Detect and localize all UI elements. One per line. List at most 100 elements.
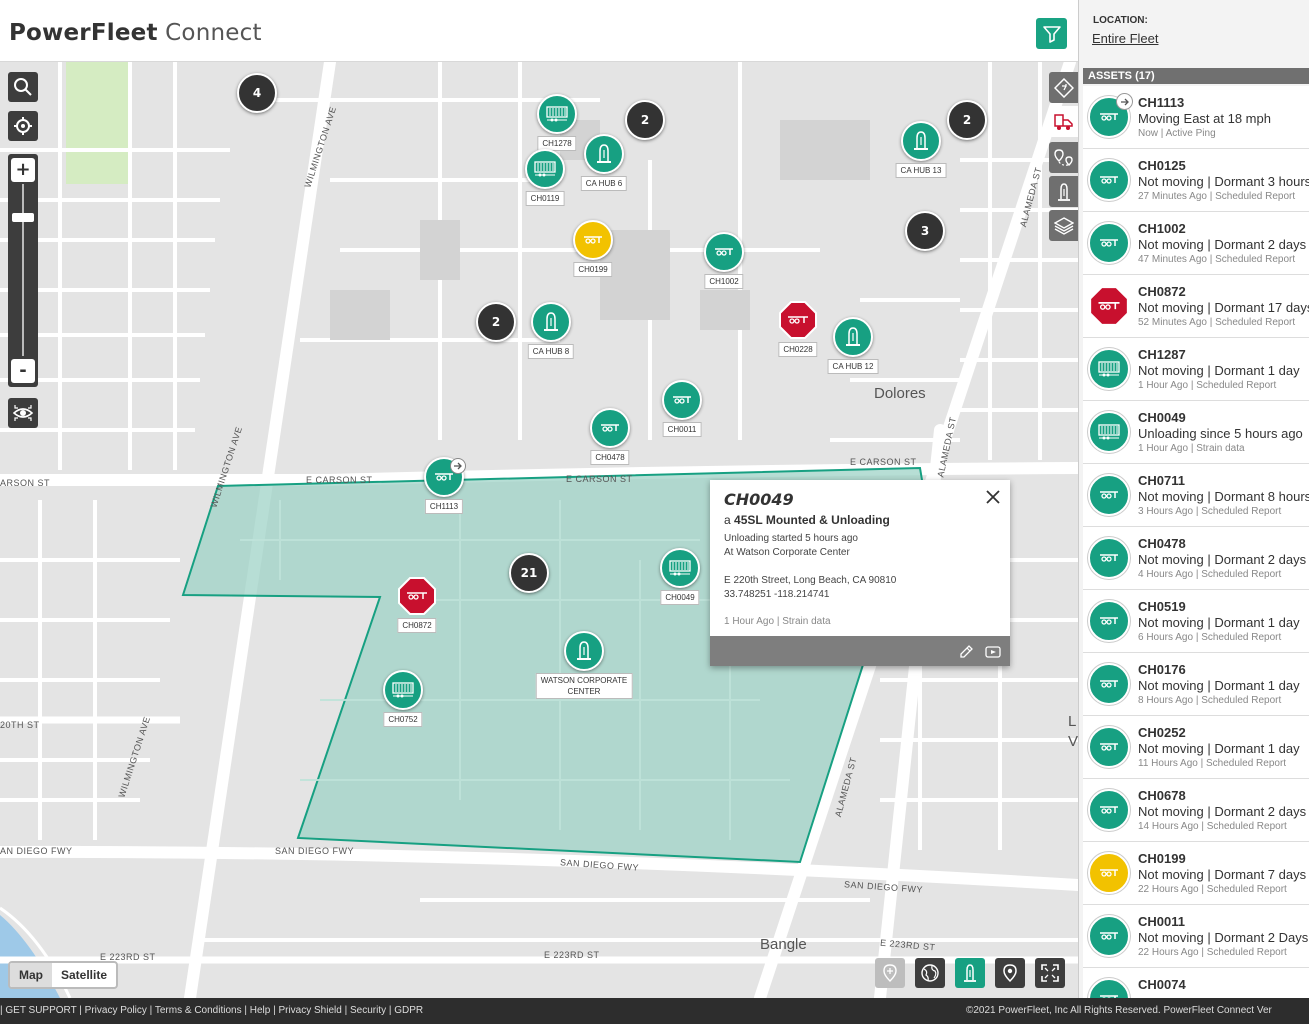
asset-status: Not moving | Dormant 2 Days bbox=[1138, 930, 1309, 945]
asset-status: Not moving | Dormant 1 day bbox=[1138, 615, 1300, 630]
hub-icon bbox=[964, 964, 976, 982]
layers-tool[interactable] bbox=[1049, 210, 1078, 241]
asset-status-icon bbox=[1088, 600, 1130, 642]
cluster-marker[interactable]: 2 bbox=[476, 302, 516, 342]
hub-tool[interactable] bbox=[1049, 176, 1078, 207]
locate-button[interactable] bbox=[8, 111, 38, 141]
map-search-button[interactable] bbox=[8, 72, 38, 102]
chassis-icon bbox=[1100, 239, 1118, 247]
place-label: Bangle bbox=[760, 936, 807, 953]
chassis-icon bbox=[673, 396, 691, 404]
place-label: Dolores bbox=[874, 385, 926, 402]
map-type-map-button[interactable]: Map bbox=[10, 963, 52, 987]
asset-list-item[interactable]: CH1002 Not moving | Dormant 2 days 47 Minu… bbox=[1083, 212, 1309, 275]
asset-last-report: 6 Hours Ago | Scheduled Report bbox=[1138, 632, 1282, 643]
zoom-control[interactable]: + - bbox=[8, 154, 38, 387]
asset-list-item[interactable]: CH1113 Moving East at 18 mph Now | Active … bbox=[1083, 86, 1309, 149]
map-canvas[interactable]: WILMINGTON AVE WILMINGTON AVE WILMINGTON… bbox=[0, 62, 1078, 998]
asset-name: CH1113 bbox=[1138, 95, 1185, 110]
asset-last-report: 52 Minutes Ago | Scheduled Report bbox=[1138, 317, 1296, 328]
street-label: E 223RD ST bbox=[544, 950, 600, 960]
marker-label: CA HUB 6 bbox=[580, 176, 628, 191]
asset-panel: LOCATION: Entire Fleet ASSETS (17) CH111… bbox=[1078, 0, 1309, 998]
place-label: V bbox=[1068, 733, 1078, 750]
asset-list-item[interactable]: CH0252 Not moving | Dormant 1 day 11 Hours… bbox=[1083, 716, 1309, 779]
location-selector[interactable]: Entire Fleet bbox=[1092, 31, 1158, 46]
globe-button[interactable] bbox=[915, 958, 945, 988]
route-pin-icon bbox=[1053, 148, 1073, 166]
hub-icon bbox=[597, 144, 611, 163]
cluster-marker[interactable]: 3 bbox=[905, 211, 945, 251]
asset-status-icon bbox=[1088, 159, 1130, 201]
asset-list-item[interactable]: CH0011 Not moving | Dormant 2 Days 22 Hour… bbox=[1083, 905, 1309, 968]
street-label: SAN DIEGO FWY bbox=[275, 846, 355, 856]
chassis-icon bbox=[1100, 554, 1118, 562]
brand-logo: PowerFleet Connect bbox=[9, 20, 262, 46]
asset-list-item[interactable]: CH0678 Not moving | Dormant 2 days 14 Hour… bbox=[1083, 779, 1309, 842]
cluster-marker[interactable]: 21 bbox=[509, 553, 549, 593]
asset-list-item[interactable]: CH0199 Not moving | Dormant 7 days 22 Hour… bbox=[1083, 842, 1309, 905]
asset-list-item[interactable]: CH0125 Not moving | Dormant 3 hours 27 Min… bbox=[1083, 149, 1309, 212]
filter-button[interactable] bbox=[1036, 18, 1067, 49]
pin-add-button[interactable] bbox=[875, 958, 905, 988]
container-icon bbox=[669, 560, 691, 576]
asset-last-report: 27 Minutes Ago | Scheduled Report bbox=[1138, 191, 1296, 202]
route-tool[interactable] bbox=[1049, 142, 1078, 173]
asset-status-icon bbox=[1088, 726, 1130, 768]
chassis-icon bbox=[715, 248, 733, 256]
zoom-slider-handle[interactable] bbox=[12, 213, 34, 222]
asset-status-icon bbox=[1088, 537, 1130, 579]
asset-list-item[interactable]: CH0519 Not moving | Dormant 1 day 6 Hours … bbox=[1083, 590, 1309, 653]
street-label: AN DIEGO FWY bbox=[0, 846, 73, 856]
marker-label: CH1113 bbox=[424, 499, 464, 514]
zoom-out-button[interactable]: - bbox=[11, 359, 35, 383]
asset-name: CH0711 bbox=[1138, 473, 1185, 488]
container-icon bbox=[534, 161, 556, 177]
container-icon bbox=[1098, 424, 1120, 440]
pin-filter-button[interactable] bbox=[995, 958, 1025, 988]
hub-filter-button[interactable] bbox=[955, 958, 985, 988]
chassis-marker-pin bbox=[662, 380, 702, 420]
asset-status: Moving East at 18 mph bbox=[1138, 111, 1271, 126]
chassis-icon bbox=[601, 424, 619, 432]
marker-label: CA HUB 12 bbox=[827, 359, 879, 374]
cluster-marker[interactable]: 2 bbox=[947, 100, 987, 140]
cluster-marker[interactable]: 2 bbox=[625, 100, 665, 140]
visibility-button[interactable] bbox=[8, 398, 38, 428]
top-header: PowerFleet Connect bbox=[0, 0, 1078, 62]
asset-list-item[interactable]: CH0049 Unloading since 5 hours ago 1 Hour … bbox=[1083, 401, 1309, 464]
asset-last-report: Now | Active Ping bbox=[1138, 128, 1216, 139]
asset-status-icon bbox=[1088, 852, 1130, 894]
close-icon[interactable] bbox=[984, 488, 1002, 506]
fullscreen-button[interactable] bbox=[1035, 958, 1065, 988]
footer-copyright: ©2021 PowerFleet, Inc All Rights Reserve… bbox=[966, 1005, 1272, 1016]
globe-icon bbox=[921, 964, 939, 982]
zoom-in-button[interactable]: + bbox=[11, 158, 35, 182]
container-icon bbox=[1098, 361, 1120, 377]
play-history-icon[interactable] bbox=[985, 644, 1001, 660]
asset-list-item[interactable]: CH0074 bbox=[1083, 968, 1309, 998]
asset-type-tool[interactable] bbox=[1049, 106, 1078, 137]
asset-list-item[interactable]: CH0711 Not moving | Dormant 8 hours 3 Hour… bbox=[1083, 464, 1309, 527]
asset-status-icon bbox=[1088, 978, 1130, 998]
asset-name: CH0176 bbox=[1138, 662, 1186, 677]
asset-list-item[interactable]: CH0872 Not moving | Dormant 17 days 52 Min… bbox=[1083, 275, 1309, 338]
asset-list-item[interactable]: CH0176 Not moving | Dormant 1 day 8 Hours … bbox=[1083, 653, 1309, 716]
container-marker-pin bbox=[383, 670, 423, 710]
asset-list-item[interactable]: CH0478 Not moving | Dormant 2 days 4 Hours… bbox=[1083, 527, 1309, 590]
popup-location-line: At Watson Corporate Center bbox=[724, 547, 850, 558]
location-label: LOCATION: bbox=[1093, 15, 1148, 26]
truck-icon bbox=[1053, 113, 1073, 130]
street-label: 20TH ST bbox=[0, 720, 40, 730]
asset-status: Not moving | Dormant 7 days bbox=[1138, 867, 1307, 882]
map-type-satellite-button[interactable]: Satellite bbox=[52, 963, 116, 987]
footer-links[interactable]: | GET SUPPORT | Privacy Policy | Terms &… bbox=[0, 998, 423, 1024]
edit-pencil-icon[interactable] bbox=[958, 644, 974, 660]
cluster-marker[interactable]: 4 bbox=[237, 73, 277, 113]
asset-list-item[interactable]: CH1287 Not moving | Dormant 1 day 1 Hour A… bbox=[1083, 338, 1309, 401]
geofence-tool[interactable] bbox=[1049, 72, 1078, 103]
asset-name: CH1287 bbox=[1138, 347, 1186, 362]
street-label: E CARSON ST bbox=[306, 475, 373, 485]
asset-status: Not moving | Dormant 2 days bbox=[1138, 237, 1307, 252]
asset-status: Not moving | Dormant 1 day bbox=[1138, 741, 1300, 756]
